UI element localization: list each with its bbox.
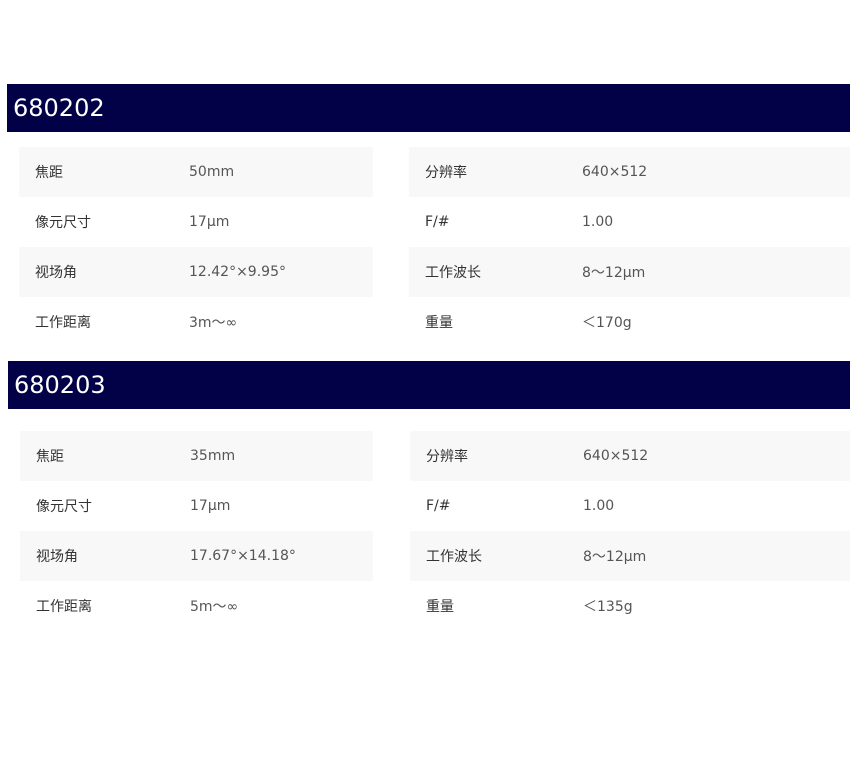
spec-label: 分辨率 xyxy=(426,449,468,465)
spec-row-focal-length: 焦距 50mm xyxy=(19,147,373,197)
spec-value: 50mm xyxy=(189,164,235,180)
spec-row-weight: 重量 ＜135g xyxy=(410,581,850,631)
spec-row-weight: 重量 ＜170g xyxy=(409,297,850,347)
spec-value: 5m～∞ xyxy=(190,599,239,615)
spec-row-field-of-view: 视场角 12.42°×9.95° xyxy=(19,247,373,297)
spec-label: F/# xyxy=(425,214,450,230)
spec-value: 17.67°×14.18° xyxy=(190,548,296,564)
spec-label: 像元尺寸 xyxy=(35,215,91,231)
product-spec-page: 680202 焦距 50mm 像元尺寸 17μm 视场角 12.42°×9.95… xyxy=(0,0,850,757)
spec-label: 像元尺寸 xyxy=(36,499,92,515)
spec-row-wavelength: 工作波长 8～12μm xyxy=(410,531,850,581)
spec-value: ＜170g xyxy=(582,315,632,331)
spec-value: 640×512 xyxy=(582,164,648,180)
product-section-680202: 680202 焦距 50mm 像元尺寸 17μm 视场角 12.42°×9.95… xyxy=(0,84,850,347)
spec-column-left: 焦距 50mm 像元尺寸 17μm 视场角 12.42°×9.95° 工作距离 … xyxy=(19,147,373,347)
spec-row-pixel-size: 像元尺寸 17μm xyxy=(19,197,373,247)
spec-label: 焦距 xyxy=(35,165,63,181)
spec-label: 工作波长 xyxy=(425,265,481,281)
spec-column-right: 分辨率 640×512 F/# 1.00 工作波长 8～12μm 重量 ＜170… xyxy=(409,147,850,347)
spec-row-f-number: F/# 1.00 xyxy=(410,481,850,531)
spec-value: 8～12μm xyxy=(582,265,646,281)
spec-row-working-distance: 工作距离 5m～∞ xyxy=(20,581,373,631)
spec-label: 视场角 xyxy=(36,549,78,565)
spec-value: 1.00 xyxy=(582,214,614,230)
spec-column-left: 焦距 35mm 像元尺寸 17μm 视场角 17.67°×14.18° 工作距离… xyxy=(20,431,373,631)
spec-label: 重量 xyxy=(425,315,453,331)
spec-row-resolution: 分辨率 640×512 xyxy=(410,431,850,481)
spec-value: 640×512 xyxy=(583,448,649,464)
spec-row-field-of-view: 视场角 17.67°×14.18° xyxy=(20,531,373,581)
spec-row-working-distance: 工作距离 3m～∞ xyxy=(19,297,373,347)
spec-value: ＜135g xyxy=(583,599,633,615)
spec-label: 工作距离 xyxy=(36,599,92,615)
spec-row-resolution: 分辨率 640×512 xyxy=(409,147,850,197)
spec-label: 焦距 xyxy=(36,449,64,465)
spec-label: 视场角 xyxy=(35,265,77,281)
product-model-title: 680202 xyxy=(13,94,105,122)
spec-label: 分辨率 xyxy=(425,165,467,181)
spec-row-focal-length: 焦距 35mm xyxy=(20,431,373,481)
product-title-bar: 680203 xyxy=(8,361,850,409)
spec-row-pixel-size: 像元尺寸 17μm xyxy=(20,481,373,531)
spec-value: 35mm xyxy=(190,448,236,464)
product-section-680203: 680203 焦距 35mm 像元尺寸 17μm 视场角 17.67°×14.1… xyxy=(0,361,850,631)
spec-column-right: 分辨率 640×512 F/# 1.00 工作波长 8～12μm 重量 ＜135… xyxy=(410,431,850,631)
spec-label: F/# xyxy=(426,498,451,514)
spec-label: 重量 xyxy=(426,599,454,615)
spec-value: 17μm xyxy=(189,214,230,230)
spec-row-wavelength: 工作波长 8～12μm xyxy=(409,247,850,297)
spec-label: 工作距离 xyxy=(35,315,91,331)
spec-label: 工作波长 xyxy=(426,549,482,565)
spec-table: 焦距 50mm 像元尺寸 17μm 视场角 12.42°×9.95° 工作距离 … xyxy=(0,147,850,347)
spec-row-f-number: F/# 1.00 xyxy=(409,197,850,247)
product-title-bar: 680202 xyxy=(7,84,850,132)
spec-value: 12.42°×9.95° xyxy=(189,264,286,280)
spec-value: 1.00 xyxy=(583,498,615,514)
product-model-title: 680203 xyxy=(14,371,106,399)
spec-value: 8～12μm xyxy=(583,549,647,565)
spec-value: 3m～∞ xyxy=(189,315,238,331)
spec-table: 焦距 35mm 像元尺寸 17μm 视场角 17.67°×14.18° 工作距离… xyxy=(0,431,850,631)
spec-value: 17μm xyxy=(190,498,231,514)
